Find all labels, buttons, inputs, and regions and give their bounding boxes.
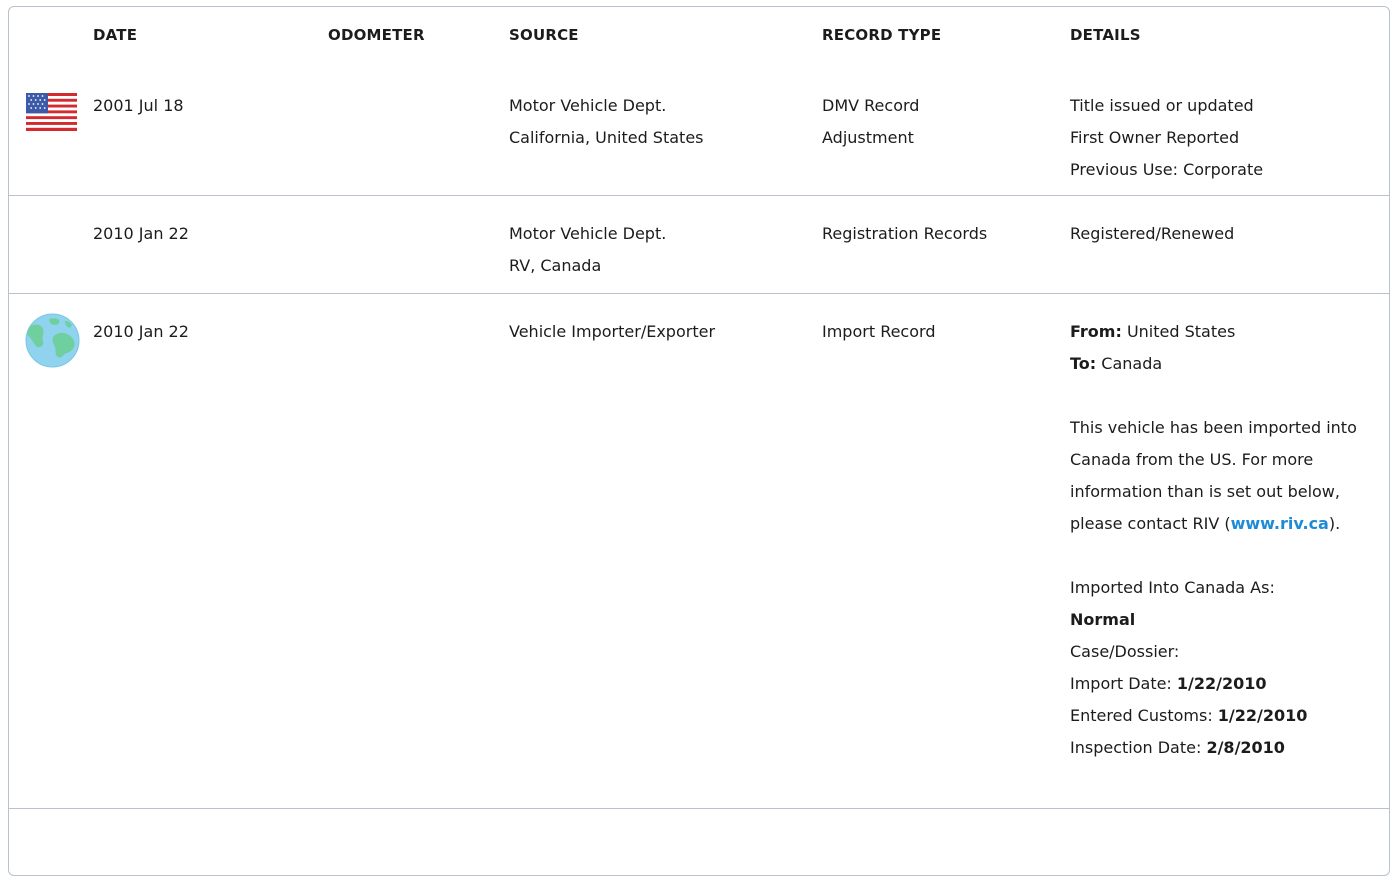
entered-customs-label: Entered Customs: bbox=[1070, 706, 1213, 725]
record-type-line: Import Record bbox=[822, 322, 936, 341]
details-line: First Owner Reported bbox=[1070, 128, 1240, 147]
table-row: 2001 Jul 18 Motor Vehicle Dept. Californ… bbox=[9, 68, 1389, 196]
entered-customs-value: 1/22/2010 bbox=[1217, 706, 1308, 725]
row-source: Motor Vehicle Dept. California, United S… bbox=[509, 90, 704, 154]
to-label: To: bbox=[1070, 354, 1097, 373]
from-label: From: bbox=[1070, 322, 1122, 341]
globe-icon bbox=[25, 313, 80, 368]
source-line: Motor Vehicle Dept. bbox=[509, 96, 667, 115]
row-date: 2010 Jan 22 bbox=[93, 322, 189, 341]
import-date: Import Date: 1/22/2010 bbox=[1070, 668, 1370, 700]
record-type-line: Registration Records bbox=[822, 224, 988, 243]
imported-as-value: Normal bbox=[1070, 604, 1370, 636]
row-record-type: Registration Records bbox=[822, 218, 987, 250]
details-line: Previous Use: Corporate bbox=[1070, 160, 1264, 179]
to-value: Canada bbox=[1101, 354, 1163, 373]
row-details: From: United States To: Canada This vehi… bbox=[1070, 316, 1370, 764]
header-date[interactable]: DATE bbox=[93, 21, 137, 49]
details-line: Title issued or updated bbox=[1070, 96, 1254, 115]
row-date: 2010 Jan 22 bbox=[93, 224, 189, 243]
inspection-date: Inspection Date: 2/8/2010 bbox=[1070, 732, 1370, 764]
record-type-line: DMV Record bbox=[822, 96, 920, 115]
header-details[interactable]: DETAILS bbox=[1070, 21, 1370, 49]
riv-link[interactable]: www.riv.ca bbox=[1231, 514, 1329, 533]
details-line: Registered/Renewed bbox=[1070, 224, 1235, 243]
from-value: United States bbox=[1126, 322, 1236, 341]
vehicle-history-table: DATE ODOMETER SOURCE RECORD TYPE DETAILS bbox=[8, 6, 1390, 876]
case-dossier-label: Case/Dossier: bbox=[1070, 642, 1180, 661]
row-details: Title issued or updated First Owner Repo… bbox=[1070, 90, 1370, 186]
details-from: From: United States bbox=[1070, 316, 1370, 348]
imported-as-label: Imported Into Canada As: bbox=[1070, 578, 1275, 597]
details-to: To: Canada bbox=[1070, 348, 1370, 380]
entered-customs: Entered Customs: 1/22/2010 bbox=[1070, 700, 1370, 732]
row-record-type: DMV Record Adjustment bbox=[822, 90, 919, 154]
import-paragraph: This vehicle has been imported into Cana… bbox=[1070, 412, 1370, 540]
imported-as-value-text: Normal bbox=[1070, 610, 1136, 629]
import-date-label: Import Date: bbox=[1070, 674, 1172, 693]
table-row: 2010 Jan 22 Vehicle Importer/Exporter Im… bbox=[9, 294, 1389, 809]
header-record-type[interactable]: RECORD TYPE bbox=[822, 21, 941, 49]
source-line: Motor Vehicle Dept. bbox=[509, 224, 667, 243]
row-source: Motor Vehicle Dept. RV, Canada bbox=[509, 218, 666, 282]
us-flag-icon bbox=[26, 93, 77, 131]
import-paragraph-end: ). bbox=[1328, 514, 1341, 533]
import-date-value: 1/22/2010 bbox=[1176, 674, 1267, 693]
source-line: Vehicle Importer/Exporter bbox=[509, 322, 716, 341]
row-source: Vehicle Importer/Exporter bbox=[509, 316, 715, 348]
table-row: 2010 Jan 22 Motor Vehicle Dept. RV, Cana… bbox=[9, 196, 1389, 294]
row-details: Registered/Renewed bbox=[1070, 218, 1370, 250]
row-record-type: Import Record bbox=[822, 316, 935, 348]
header-source[interactable]: SOURCE bbox=[509, 21, 579, 49]
source-line: California, United States bbox=[509, 128, 704, 147]
inspection-date-label: Inspection Date: bbox=[1070, 738, 1202, 757]
inspection-date-value: 2/8/2010 bbox=[1206, 738, 1285, 757]
record-type-line: Adjustment bbox=[822, 128, 914, 147]
row-date: 2001 Jul 18 bbox=[93, 96, 184, 115]
table-header: DATE ODOMETER SOURCE RECORD TYPE DETAILS bbox=[9, 7, 1389, 68]
header-odometer[interactable]: ODOMETER bbox=[328, 21, 425, 49]
source-line: RV, Canada bbox=[509, 256, 602, 275]
